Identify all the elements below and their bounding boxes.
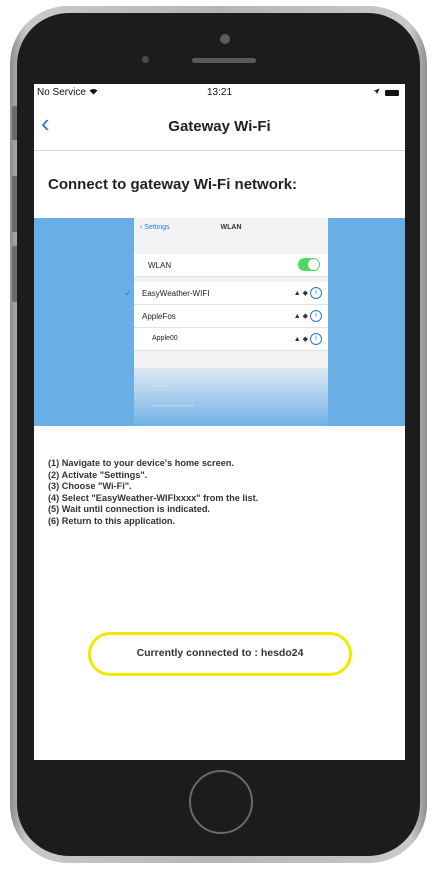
instruction-steps: (1) Navigate to your device's home scree… [48, 458, 398, 527]
lock-wifi-icons: ▲ ◆ [293, 336, 308, 343]
instruction-heading: Connect to gateway Wi-Fi network: [48, 176, 298, 193]
instruction-step: (2) Activate "Settings". [48, 469, 148, 480]
location-icon [373, 87, 380, 98]
status-bar: No Service 13:21 [34, 84, 405, 102]
proximity-sensor [142, 56, 149, 63]
info-icon: i [310, 333, 322, 345]
network-name: AppleFos [142, 312, 176, 321]
instruction-step: (5) Wait until connection is indicated. [48, 504, 210, 514]
illustration-wlan-row: WLAN [134, 254, 328, 277]
battery-icon [385, 89, 399, 96]
front-camera [220, 34, 230, 44]
illustration-nav: ‹ Settings WLAN [134, 224, 328, 238]
home-button[interactable] [189, 770, 253, 834]
network-name: Apple00 [152, 335, 178, 342]
lock-wifi-icons: ▲ ◆ [293, 290, 308, 297]
connection-status-highlight: Currently connected to : hesdo24 [88, 632, 352, 676]
checkmark-icon: ✓ [124, 288, 132, 298]
illustration-network-row: Apple00 ▲ ◆ i [134, 328, 328, 351]
instruction-step: (6) Return to this application. [48, 515, 176, 526]
info-icon: i [310, 310, 322, 322]
info-icon: i [310, 287, 322, 299]
illustration-ghost-row: ------- [152, 383, 169, 390]
instruction-step: (4) Select "EasyWeather-WIFIxxxx" from t… [48, 492, 259, 503]
wlan-toggle [298, 258, 320, 271]
status-icons [373, 87, 399, 98]
instruction-step: (3) Choose "Wi-Fi". [48, 481, 132, 491]
toggle-knob [308, 259, 319, 270]
illustration-title: WLAN [220, 224, 242, 231]
navigation-bar: ‹ Gateway Wi-Fi [34, 102, 405, 151]
page-title: Gateway Wi-Fi [168, 118, 271, 135]
wifi-settings-illustration: ‹ Settings WLAN WLAN ✓ EasyWeather-WIFI … [34, 218, 405, 426]
illustration-network-row: ✓ EasyWeather-WIFI ▲ ◆ i [124, 282, 328, 305]
illustration-network-row: AppleFos ▲ ◆ i [134, 305, 328, 328]
illustration-ghost-row: ------------------ [152, 403, 194, 410]
status-time: 13:21 [206, 87, 233, 98]
earpiece-speaker [192, 58, 256, 63]
illustration-wlan-label: WLAN [148, 261, 172, 270]
app-screen: No Service 13:21 ‹ Gateway Wi-Fi Connect… [34, 84, 405, 760]
instruction-step: (1) Navigate to your device's home scree… [48, 458, 235, 468]
lock-wifi-icons: ▲ ◆ [293, 313, 308, 320]
connection-status-text: Currently connected to : hesdo24 [136, 647, 304, 659]
network-name: EasyWeather-WIFI [142, 289, 210, 298]
